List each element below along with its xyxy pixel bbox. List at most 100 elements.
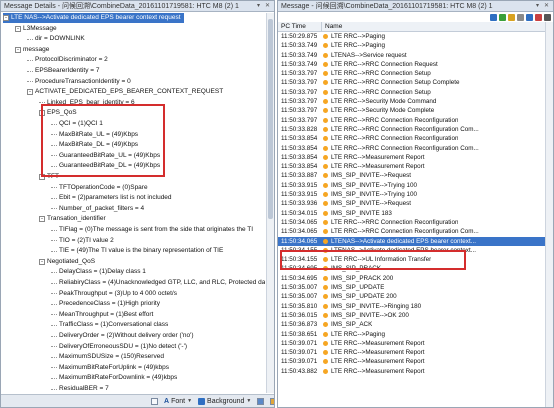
- message-row[interactable]: 11:50:33.854 LTE RRC-->RRC Connection Rec…: [278, 144, 545, 153]
- tree-node-label: TIO = (2)TI value 2: [59, 236, 114, 244]
- message-row[interactable]: 11:50:33.797 LTE RRC-->Security Mode Comp…: [278, 106, 545, 115]
- message-row[interactable]: 11:50:35.007 IMS_SIP_UPDATE: [278, 283, 545, 292]
- message-list-scrollbar[interactable]: [545, 22, 553, 407]
- message-row[interactable]: 11:50:33.936 IMS_SIP_INVITE-->Request: [278, 199, 545, 208]
- message-row[interactable]: 11:50:33.749 LTE RRC-->Paging: [278, 41, 545, 50]
- font-button[interactable]: A Font ▼: [164, 398, 192, 405]
- tree-node-leaf[interactable]: EPSBearerIdentity = 7: [27, 66, 100, 76]
- tree-node-leaf[interactable]: DelayClass = (1)Delay class 1: [51, 267, 146, 277]
- tree-node-leaf[interactable]: MaximumBitRateForUplink = (49)kbps: [51, 363, 169, 373]
- paint-bucket-icon: [198, 397, 206, 405]
- message-row[interactable]: 11:50:34.065 LTENAS-->Activate dedicated …: [278, 236, 545, 246]
- tree-node-leaf[interactable]: MaximumSDUSize = (150)Reserved: [51, 352, 164, 362]
- collapse-toggle-icon[interactable]: -: [3, 15, 9, 21]
- export-icon[interactable]: [270, 397, 274, 405]
- filter-icon[interactable]: [517, 14, 524, 21]
- tree-node-group[interactable]: - message: [15, 45, 49, 55]
- tree-node-leaf[interactable]: ReliabiryClass = (4)Unacknowledged GTP, …: [51, 278, 265, 288]
- message-row[interactable]: 11:50:33.797 LTE RRC-->Security Mode Comm…: [278, 97, 545, 106]
- refresh-icon[interactable]: [499, 14, 506, 21]
- tree-node-leaf[interactable]: dir = DOWNLINK: [27, 34, 85, 44]
- tree-node-leaf[interactable]: TIO = (2)TI value 2: [51, 236, 114, 246]
- message-row[interactable]: 11:50:36.873 IMS_SIP_ACK: [278, 320, 545, 329]
- message-row[interactable]: 11:50:29.875 LTE RRC-->Paging: [278, 32, 545, 41]
- tree-connector: [51, 293, 57, 295]
- tree-node-group[interactable]: - L3Message: [15, 24, 57, 34]
- message-row[interactable]: 11:50:33.797 LTE RRC-->RRC Connection Set…: [278, 69, 545, 78]
- message-row[interactable]: 11:50:33.854 LTE RRC-->Measurement Report: [278, 153, 545, 162]
- message-row[interactable]: 11:50:33.797 LTE RRC-->RRC Connection Set…: [278, 88, 545, 97]
- tree-scrollbar[interactable]: [266, 13, 274, 393]
- close-icon[interactable]: ✕: [264, 3, 271, 10]
- collapse-toggle-icon[interactable]: -: [15, 25, 21, 32]
- message-row[interactable]: 11:50:33.828 LTE RRC-->RRC Connection Rec…: [278, 125, 545, 134]
- search-icon[interactable]: [490, 14, 497, 21]
- tree-node-leaf[interactable]: ProtocolDiscriminator = 2: [27, 55, 108, 65]
- collapse-toggle-icon[interactable]: -: [15, 46, 21, 53]
- tree-node-leaf[interactable]: TIFlag = (0)The message is sent from the…: [51, 225, 253, 235]
- message-row[interactable]: 11:50:36.015 IMS_SIP_INVITE-->OK 200: [278, 311, 545, 320]
- message-row[interactable]: 11:50:39.071 LTE RRC-->Measurement Report: [278, 357, 545, 366]
- tree-node-leaf[interactable]: TrafficClass = (1)Conversational class: [51, 320, 168, 330]
- tree-node-leaf[interactable]: ResidualBER = 7: [51, 384, 109, 393]
- grid-icon[interactable]: [151, 397, 158, 405]
- message-row[interactable]: 11:50:33.797 LTE RRC-->RRC Connection Rec…: [278, 116, 545, 125]
- collapse-toggle-icon[interactable]: -: [39, 216, 45, 223]
- message-time: 11:50:33.749: [281, 42, 318, 50]
- message-time: 11:50:36.015: [281, 311, 318, 319]
- message-name: LTE RRC-->Measurement Report: [331, 367, 425, 375]
- tree-node-group[interactable]: - ACTIVATE_DEDICATED_EPS_BEARER_CONTEXT_R…: [27, 87, 223, 97]
- tree-node-leaf[interactable]: DeliveryOfErroneousSDU = (1)No detect ('…: [51, 342, 187, 352]
- tree-node-leaf[interactable]: ProcedureTransactionIdentity = 0: [27, 77, 131, 87]
- message-row[interactable]: 11:50:33.915 IMS_SIP_INVITE-->Trying 100: [278, 190, 545, 199]
- bookmark-icon[interactable]: [508, 14, 515, 21]
- message-name: LTE RRC-->RRC Connection Request: [331, 60, 438, 68]
- export-icon[interactable]: [526, 14, 533, 21]
- message-row[interactable]: 11:50:34.065 LTE RRC-->RRC Connection Rec…: [278, 218, 545, 227]
- message-row[interactable]: 11:50:33.854 LTE RRC-->Measurement Report: [278, 162, 545, 171]
- message-row[interactable]: 11:50:34.015 IMS_SIP_INVITE 183: [278, 209, 545, 218]
- column-pc-time[interactable]: PC Time: [278, 22, 322, 31]
- tree-node-leaf[interactable]: MeanThroughput = (1)Best effort: [51, 310, 153, 320]
- tree-node-leaf[interactable]: MaximumBitRateForDownlink = (49)kbps: [51, 373, 177, 383]
- column-name[interactable]: Name: [322, 22, 545, 31]
- message-row[interactable]: 11:50:33.854 LTE RRC-->RRC Connection Rec…: [278, 134, 545, 143]
- message-row[interactable]: 11:50:35.810 IMS_SIP_INVITE-->Ringing 180: [278, 302, 545, 311]
- tree-node-leaf[interactable]: Number_of_packet_filters = 4: [51, 204, 144, 214]
- tree-node-group[interactable]: - Transation_identifier: [39, 214, 106, 224]
- status-dot-icon: [323, 322, 328, 328]
- message-row[interactable]: 11:50:33.887 IMS_SIP_INVITE-->Request: [278, 171, 545, 180]
- tree-node-group[interactable]: - LTE NAS-->Activate dedicated EPS bearer…: [3, 13, 184, 23]
- message-row[interactable]: 11:50:33.797 LTE RRC-->RRC Connection Set…: [278, 78, 545, 87]
- tree-node-leaf[interactable]: PrecedenceClass = (1)High priority: [51, 299, 160, 309]
- tree-node-leaf[interactable]: Ebit = (2)parameters list is not include…: [51, 193, 172, 203]
- tree-node-group[interactable]: - Negotiated_QoS: [39, 257, 95, 267]
- message-row[interactable]: 11:50:33.749 LTENAS-->Service request: [278, 51, 545, 60]
- close-icon[interactable]: ✕: [543, 3, 550, 10]
- background-button[interactable]: Background ▼: [198, 397, 251, 405]
- message-row[interactable]: 11:50:39.071 LTE RRC-->Measurement Report: [278, 348, 545, 357]
- collapse-toggle-icon[interactable]: -: [39, 258, 45, 265]
- message-row[interactable]: 11:50:34.065 LTE RRC-->RRC Connection Rec…: [278, 227, 545, 236]
- message-row[interactable]: 11:50:34.695 IMS_SIP_PRACK 200: [278, 274, 545, 283]
- message-row[interactable]: 11:50:35.007 IMS_SIP_UPDATE 200: [278, 292, 545, 301]
- message-name: LTE RRC-->Measurement Report: [331, 339, 425, 347]
- tree-node-leaf[interactable]: TIE = (49)The TI value is the binary rep…: [51, 246, 223, 256]
- tree-node-leaf[interactable]: DeliveryOrder = (2)Without delivery orde…: [51, 331, 194, 341]
- message-row[interactable]: 11:50:39.071 LTE RRC-->Measurement Report: [278, 339, 545, 348]
- tree-connector: [27, 70, 33, 72]
- settings-icon[interactable]: [544, 14, 551, 21]
- message-list-pane: Message - 问候回溯\CombineData_2016110171958…: [277, 0, 554, 408]
- tree-node-leaf[interactable]: PeakThroughput = (3)Up to 4 000 octet/s: [51, 289, 177, 299]
- message-row[interactable]: 11:50:33.915 IMS_SIP_INVITE-->Trying 100: [278, 181, 545, 190]
- message-row[interactable]: 11:50:43.882 LTE RRC-->Measurement Report: [278, 367, 545, 376]
- message-toolbar: [278, 13, 553, 22]
- pin-icon[interactable]: ▾: [255, 3, 262, 10]
- message-row[interactable]: 11:50:33.749 LTE RRC-->RRC Connection Req…: [278, 60, 545, 69]
- message-row[interactable]: 11:50:38.651 LTE RRC-->Paging: [278, 330, 545, 339]
- tree-node-leaf[interactable]: TFTOperationCode = (0)Spare: [51, 183, 148, 193]
- clear-icon[interactable]: [535, 14, 542, 21]
- collapse-toggle-icon[interactable]: -: [27, 89, 33, 96]
- pin-icon[interactable]: ▾: [534, 3, 541, 10]
- save-icon[interactable]: [257, 397, 265, 405]
